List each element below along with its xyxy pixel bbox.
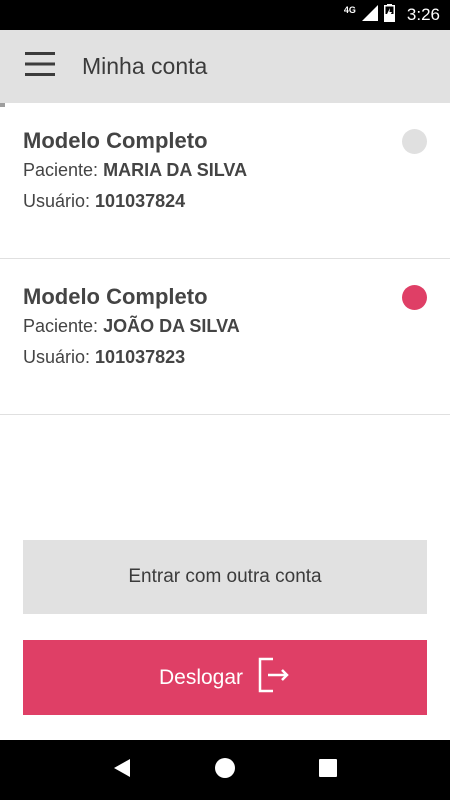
account-status-dot [402, 129, 427, 154]
recent-square-icon [319, 758, 338, 782]
status-icons: 4G 3:26 [343, 3, 440, 27]
user-label: Usuário: [23, 191, 91, 211]
app-bar: Minha conta [0, 30, 450, 103]
clock: 3:26 [406, 5, 440, 24]
nav-back-button[interactable] [102, 750, 142, 790]
patient-name: MARIA DA SILVA [103, 160, 248, 180]
login-other-account-label: Entrar com outra conta [128, 566, 322, 587]
system-nav-bar [0, 740, 450, 800]
account-name: Modelo Completo [23, 284, 208, 309]
hamburger-menu-icon [25, 52, 55, 81]
account-list: Modelo Completo Paciente: MARIA DA SILVA… [0, 103, 450, 415]
nav-recent-button[interactable] [308, 750, 348, 790]
logout-button[interactable]: Deslogar [23, 640, 427, 715]
user-id: 101037823 [95, 347, 186, 367]
patient-label: Paciente: [23, 160, 99, 180]
back-triangle-icon [113, 758, 131, 783]
patient-name: JOÃO DA SILVA [103, 316, 240, 336]
patient-label: Paciente: [23, 316, 99, 336]
menu-button[interactable] [0, 30, 80, 103]
status-bar: 4G 3:26 [0, 0, 450, 30]
account-name: Modelo Completo [23, 128, 208, 153]
home-circle-icon [214, 757, 236, 784]
page-title: Minha conta [82, 53, 208, 79]
user-label: Usuário: [23, 347, 91, 367]
user-row: Usuário: 101037824 [23, 186, 427, 217]
logout-label: Deslogar [158, 665, 244, 689]
logout-icon [257, 656, 291, 700]
battery-charging-icon [383, 3, 395, 27]
network-type-label: 4G [343, 5, 356, 15]
account-status-dot [402, 285, 427, 310]
login-other-account-button[interactable]: Entrar com outra conta [23, 540, 427, 614]
nav-home-button[interactable] [205, 750, 245, 790]
user-row: Usuário: 101037823 [23, 342, 427, 373]
account-item-maria[interactable]: Modelo Completo Paciente: MARIA DA SILVA… [0, 103, 450, 259]
signal-icon [361, 4, 378, 26]
user-id: 101037824 [95, 191, 186, 211]
patient-row: Paciente: MARIA DA SILVA [23, 155, 427, 186]
patient-row: Paciente: JOÃO DA SILVA [23, 311, 427, 342]
account-item-joao[interactable]: Modelo Completo Paciente: JOÃO DA SILVA … [0, 259, 450, 415]
